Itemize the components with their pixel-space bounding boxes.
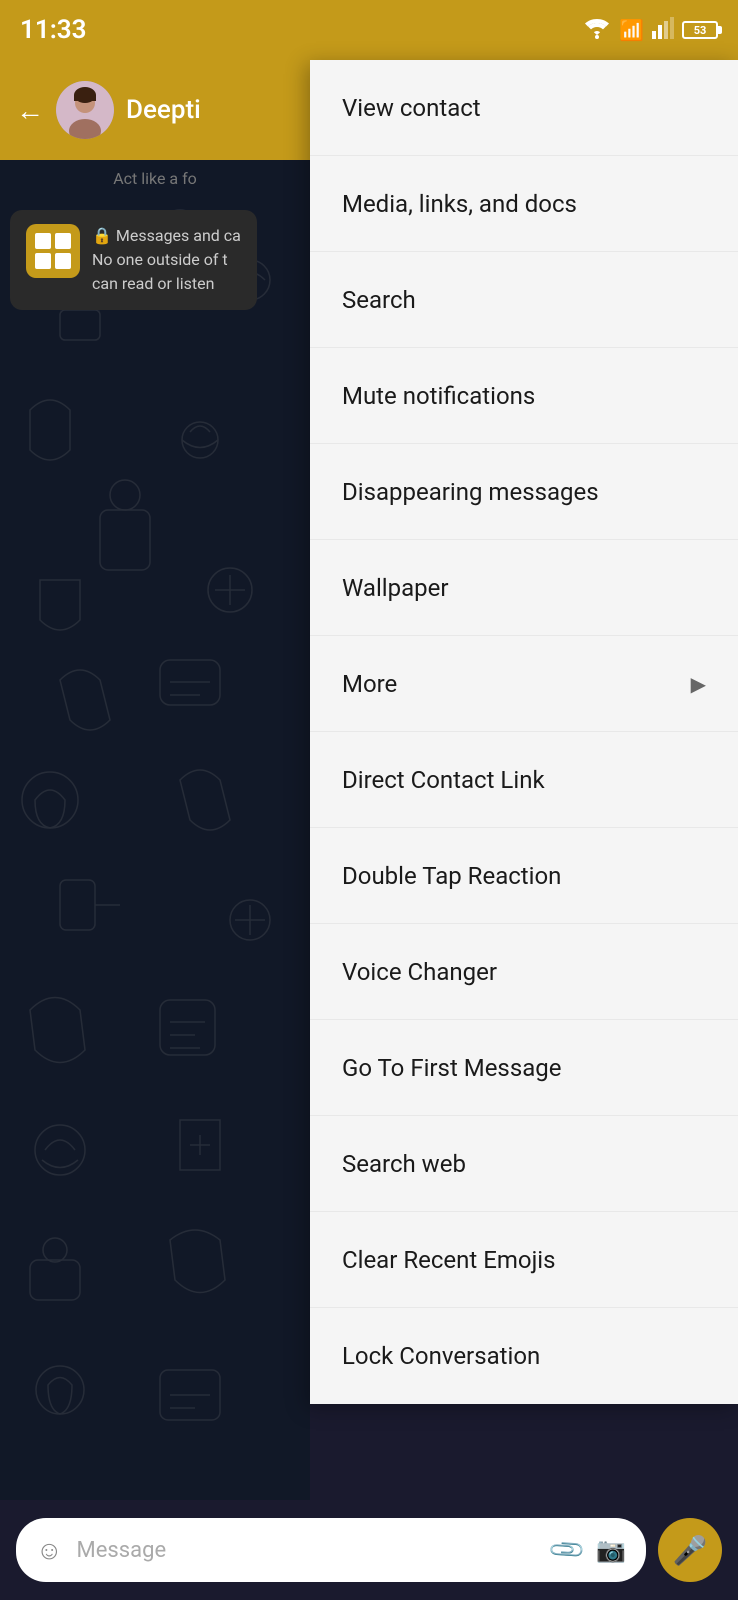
menu-item-1[interactable]: Media, links, and docs <box>310 156 738 252</box>
mic-icon: 🎤 <box>673 1534 708 1567</box>
menu-item-0[interactable]: View contact <box>310 60 738 156</box>
status-icons: 📶 53 <box>583 17 718 44</box>
chat-header: ← Deepti <box>0 60 310 160</box>
menu-item-label-2: Search <box>342 286 416 314</box>
back-button[interactable]: ← <box>16 94 44 127</box>
menu-item-6[interactable]: More ▶ <box>310 636 738 732</box>
menu-item-11[interactable]: Search web <box>310 1116 738 1212</box>
menu-item-label-9: Voice Changer <box>342 958 497 986</box>
message-icon <box>26 224 80 278</box>
avatar <box>56 81 114 139</box>
menu-item-13[interactable]: Lock Conversation <box>310 1308 738 1404</box>
menu-item-label-4: Disappearing messages <box>342 478 599 506</box>
menu-item-label-8: Double Tap Reaction <box>342 862 561 890</box>
message-bubble: 🔒 Messages and caNo one outside of tcan … <box>10 210 257 310</box>
menu-item-5[interactable]: Wallpaper <box>310 540 738 636</box>
menu-item-8[interactable]: Double Tap Reaction <box>310 828 738 924</box>
mic-button[interactable]: 🎤 <box>658 1518 722 1582</box>
status-time: 11:33 <box>20 15 87 45</box>
signal2-icon <box>652 17 674 44</box>
message-input-container: ☺ Message 📎 📷 <box>16 1518 646 1582</box>
menu-item-10[interactable]: Go To First Message <box>310 1020 738 1116</box>
chat-sub-text: Act like a fo <box>0 165 310 192</box>
menu-item-3[interactable]: Mute notifications <box>310 348 738 444</box>
menu-item-label-7: Direct Contact Link <box>342 766 545 794</box>
menu-item-label-12: Clear Recent Emojis <box>342 1246 556 1274</box>
menu-item-9[interactable]: Voice Changer <box>310 924 738 1020</box>
menu-item-4[interactable]: Disappearing messages <box>310 444 738 540</box>
attachment-button[interactable]: 📎 <box>547 1530 588 1571</box>
menu-item-label-3: Mute notifications <box>342 382 535 410</box>
menu-item-label-10: Go To First Message <box>342 1054 561 1082</box>
signal-icon: 📶 <box>619 18 644 42</box>
menu-item-arrow-6: ▶ <box>691 672 706 696</box>
camera-button[interactable]: 📷 <box>596 1536 626 1564</box>
chat-background <box>0 160 310 1500</box>
menu-item-label-1: Media, links, and docs <box>342 190 577 218</box>
battery-icon: 53 <box>682 21 718 39</box>
menu-item-label-13: Lock Conversation <box>342 1342 540 1370</box>
menu-item-7[interactable]: Direct Contact Link <box>310 732 738 828</box>
status-bar: 11:33 📶 53 <box>0 0 738 60</box>
menu-item-label-6: More <box>342 670 397 698</box>
bottom-bar: ☺ Message 📎 📷 🎤 <box>0 1500 738 1600</box>
menu-item-2[interactable]: Search <box>310 252 738 348</box>
message-input[interactable]: Message <box>77 1538 539 1563</box>
menu-item-label-5: Wallpaper <box>342 574 449 602</box>
contact-name: Deepti <box>126 95 201 125</box>
encryption-text: 🔒 Messages and caNo one outside of tcan … <box>92 224 241 296</box>
context-menu: View contact Media, links, and docs Search… <box>310 60 738 1404</box>
menu-item-12[interactable]: Clear Recent Emojis <box>310 1212 738 1308</box>
menu-item-label-0: View contact <box>342 94 481 122</box>
wifi-icon <box>583 17 611 44</box>
emoji-button[interactable]: ☺ <box>36 1535 63 1566</box>
menu-item-label-11: Search web <box>342 1150 466 1178</box>
